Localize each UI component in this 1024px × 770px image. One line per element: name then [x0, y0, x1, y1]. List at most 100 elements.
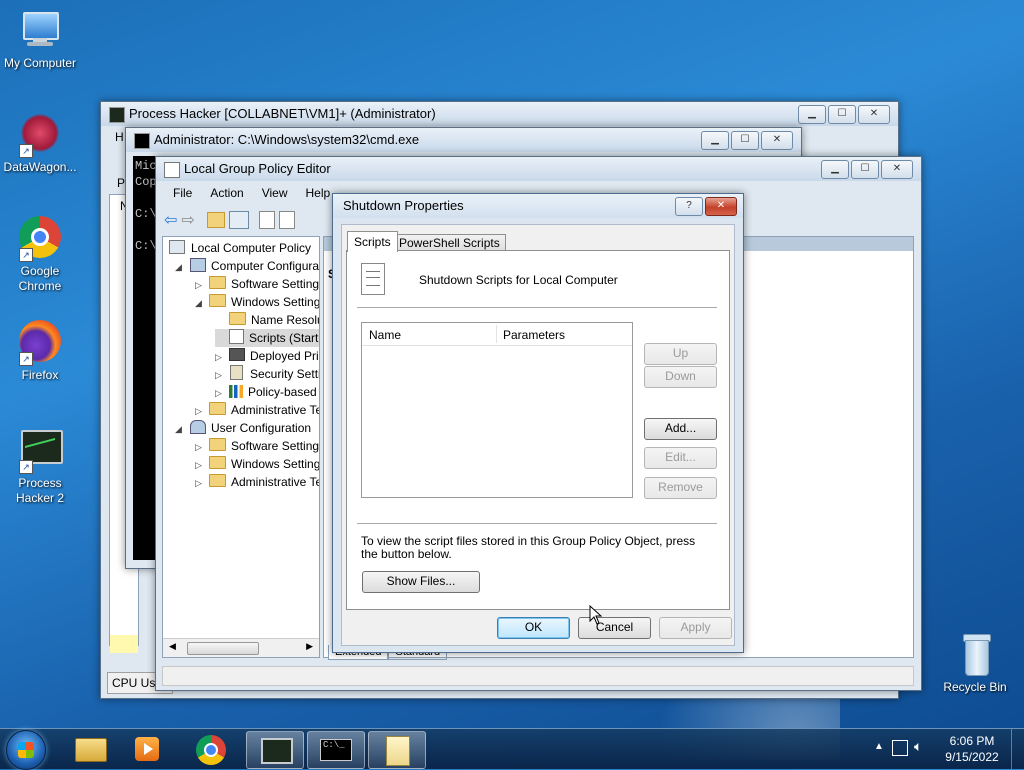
taskbar-group-policy[interactable]	[368, 731, 426, 769]
add-button[interactable]: Add...	[644, 418, 717, 440]
tree-item[interactable]: ▷ Software Settings	[195, 275, 319, 294]
tree-label: Windows Setting	[231, 457, 320, 471]
properties-icon[interactable]	[258, 211, 275, 229]
close-button[interactable]: ✕	[858, 105, 890, 124]
taskbar-chrome[interactable]	[184, 731, 240, 767]
mouse-cursor-icon	[589, 605, 603, 625]
forward-arrow-icon[interactable]: ⇨	[181, 210, 194, 230]
tree-item-selected[interactable]: Scripts (Startu	[215, 329, 319, 347]
taskbar-process-hacker[interactable]	[246, 731, 304, 769]
dialog-titlebar[interactable]: Shutdown Properties ? ✕	[333, 194, 743, 218]
maximize-button[interactable]: ☐	[851, 160, 879, 179]
show-hide-tree-icon[interactable]	[228, 211, 249, 229]
apply-button[interactable]: Apply	[659, 617, 732, 639]
tree-item[interactable]: Local Computer Policy	[169, 239, 311, 257]
tree-label: User Configuration	[211, 421, 312, 435]
desktop-icon-datawagon[interactable]: ↗ DataWagon...	[0, 112, 80, 175]
menu-partial[interactable]: H	[115, 130, 124, 144]
expand-arrow-icon[interactable]: ▷	[195, 474, 205, 492]
tab-powershell-scripts[interactable]: PowerShell Scripts	[393, 234, 506, 251]
export-list-icon[interactable]	[278, 211, 295, 229]
expand-arrow-icon[interactable]: ▷	[215, 384, 225, 402]
tree-item[interactable]: ▷ Deployed Pri	[215, 347, 319, 365]
tree-item[interactable]: ▷ Security Settin	[215, 365, 319, 384]
desktop-icon-recycle-bin[interactable]: Recycle Bin	[935, 632, 1015, 695]
shortcut-arrow-icon: ↗	[19, 144, 33, 158]
volume-icon[interactable]: 🔈︎	[914, 738, 922, 755]
policy-tree[interactable]: Local Computer Policy ◢ Computer Configur…	[162, 236, 320, 658]
show-hidden-icons-icon[interactable]: ▲	[874, 741, 884, 752]
show-desktop-button[interactable]	[1011, 729, 1024, 769]
desktop-icon-label: Firefox	[21, 368, 59, 382]
scroll-right-icon[interactable]: ▶	[306, 641, 313, 652]
process-hacker-titlebar[interactable]: Process Hacker [COLLABNET\VM1]+ (Adminis…	[101, 102, 898, 126]
expand-arrow-icon[interactable]: ▷	[195, 456, 205, 474]
desktop-icon-firefox[interactable]: ↗ Firefox	[0, 320, 80, 383]
tree-item[interactable]: Name Resolu	[215, 311, 319, 329]
desktop-icon-google-chrome[interactable]: ↗ Google Chrome	[0, 216, 80, 294]
expand-arrow-icon[interactable]: ▷	[195, 276, 205, 294]
tree-item[interactable]: ◢ User Configuration	[175, 419, 311, 437]
folder-icon	[209, 456, 226, 469]
menu-file[interactable]: File	[164, 183, 201, 203]
expand-arrow-icon[interactable]: ▷	[195, 402, 205, 420]
gpe-titlebar[interactable]: Local Group Policy Editor ▁ ☐ ✕	[156, 157, 921, 181]
scripts-list[interactable]: Name Parameters	[361, 322, 633, 498]
tree-label: Software Settings	[231, 439, 320, 453]
scrollbar-thumb[interactable]	[187, 642, 259, 655]
tree-item[interactable]: ▷ Software Settings	[195, 437, 320, 456]
edit-button[interactable]: Edit...	[644, 447, 717, 469]
minimize-button[interactable]: ▁	[798, 105, 826, 124]
ok-button[interactable]: OK	[497, 617, 570, 639]
help-button[interactable]: ?	[675, 197, 703, 216]
up-button[interactable]: Up	[644, 343, 717, 365]
desktop-icon-my-computer[interactable]: My Computer	[0, 8, 80, 71]
menu-action[interactable]: Action	[201, 183, 252, 203]
up-folder-icon[interactable]	[206, 212, 225, 228]
tree-item[interactable]: ▷ Administrative Te	[195, 473, 319, 492]
minimize-button[interactable]: ▁	[821, 160, 849, 179]
shutdown-properties-dialog[interactable]: Shutdown Properties ? ✕ Scripts PowerShe…	[332, 193, 744, 653]
scroll-left-icon[interactable]: ◀	[169, 641, 176, 652]
maximize-button[interactable]: ☐	[731, 131, 759, 150]
remove-button[interactable]: Remove	[644, 477, 717, 499]
expand-arrow-icon[interactable]: ▷	[195, 438, 205, 456]
tree-item[interactable]: ▷ Policy-based	[215, 383, 317, 401]
desktop-icon-process-hacker[interactable]: ↗ Process Hacker 2	[0, 428, 80, 506]
tree-item[interactable]: ◢ Windows Setting	[195, 293, 319, 312]
tree-item[interactable]: ◢ Computer Configura	[175, 257, 319, 275]
maximize-button[interactable]: ☐	[828, 105, 856, 124]
column-name[interactable]: Name	[369, 328, 401, 342]
gpe-menu-bar: File Action View Help	[164, 183, 339, 203]
tab-scripts[interactable]: Scripts	[347, 231, 398, 252]
expand-arrow-icon[interactable]: ▷	[215, 348, 225, 366]
taskbar-media-player[interactable]	[120, 731, 176, 767]
desktop-icon-label: My Computer	[3, 56, 77, 70]
close-button[interactable]: ✕	[881, 160, 913, 179]
taskbar-cmd[interactable]: C:\_	[307, 731, 365, 769]
shortcut-arrow-icon: ↗	[19, 352, 33, 366]
start-button[interactable]	[6, 730, 46, 770]
column-parameters[interactable]: Parameters	[503, 328, 565, 342]
collapse-arrow-icon[interactable]: ◢	[175, 258, 185, 276]
tree-item[interactable]: ▷ Windows Setting	[195, 455, 320, 474]
show-files-button[interactable]: Show Files...	[362, 571, 480, 593]
back-arrow-icon[interactable]: ⇦	[164, 210, 177, 230]
menu-view[interactable]: View	[253, 183, 297, 203]
cmd-titlebar[interactable]: Administrator: C:\Windows\system32\cmd.e…	[126, 128, 801, 152]
folder-icon	[209, 276, 226, 289]
down-button[interactable]: Down	[644, 366, 717, 388]
window-title: Process Hacker [COLLABNET\VM1]+ (Adminis…	[129, 106, 436, 121]
minimize-button[interactable]: ▁	[701, 131, 729, 150]
close-button[interactable]: ✕	[705, 197, 737, 216]
taskbar-explorer[interactable]	[62, 731, 118, 767]
collapse-arrow-icon[interactable]: ◢	[195, 294, 205, 312]
tree-horizontal-scrollbar[interactable]: ◀ ▶	[163, 638, 319, 657]
close-button[interactable]: ✕	[761, 131, 793, 150]
separator-line	[357, 523, 717, 524]
clock[interactable]: 6:06 PM 9/15/2022	[942, 733, 1002, 765]
expand-arrow-icon[interactable]: ▷	[215, 366, 225, 384]
network-icon[interactable]	[892, 740, 908, 756]
collapse-arrow-icon[interactable]: ◢	[175, 420, 185, 438]
tree-item[interactable]: ▷ Administrative Te	[195, 401, 319, 420]
